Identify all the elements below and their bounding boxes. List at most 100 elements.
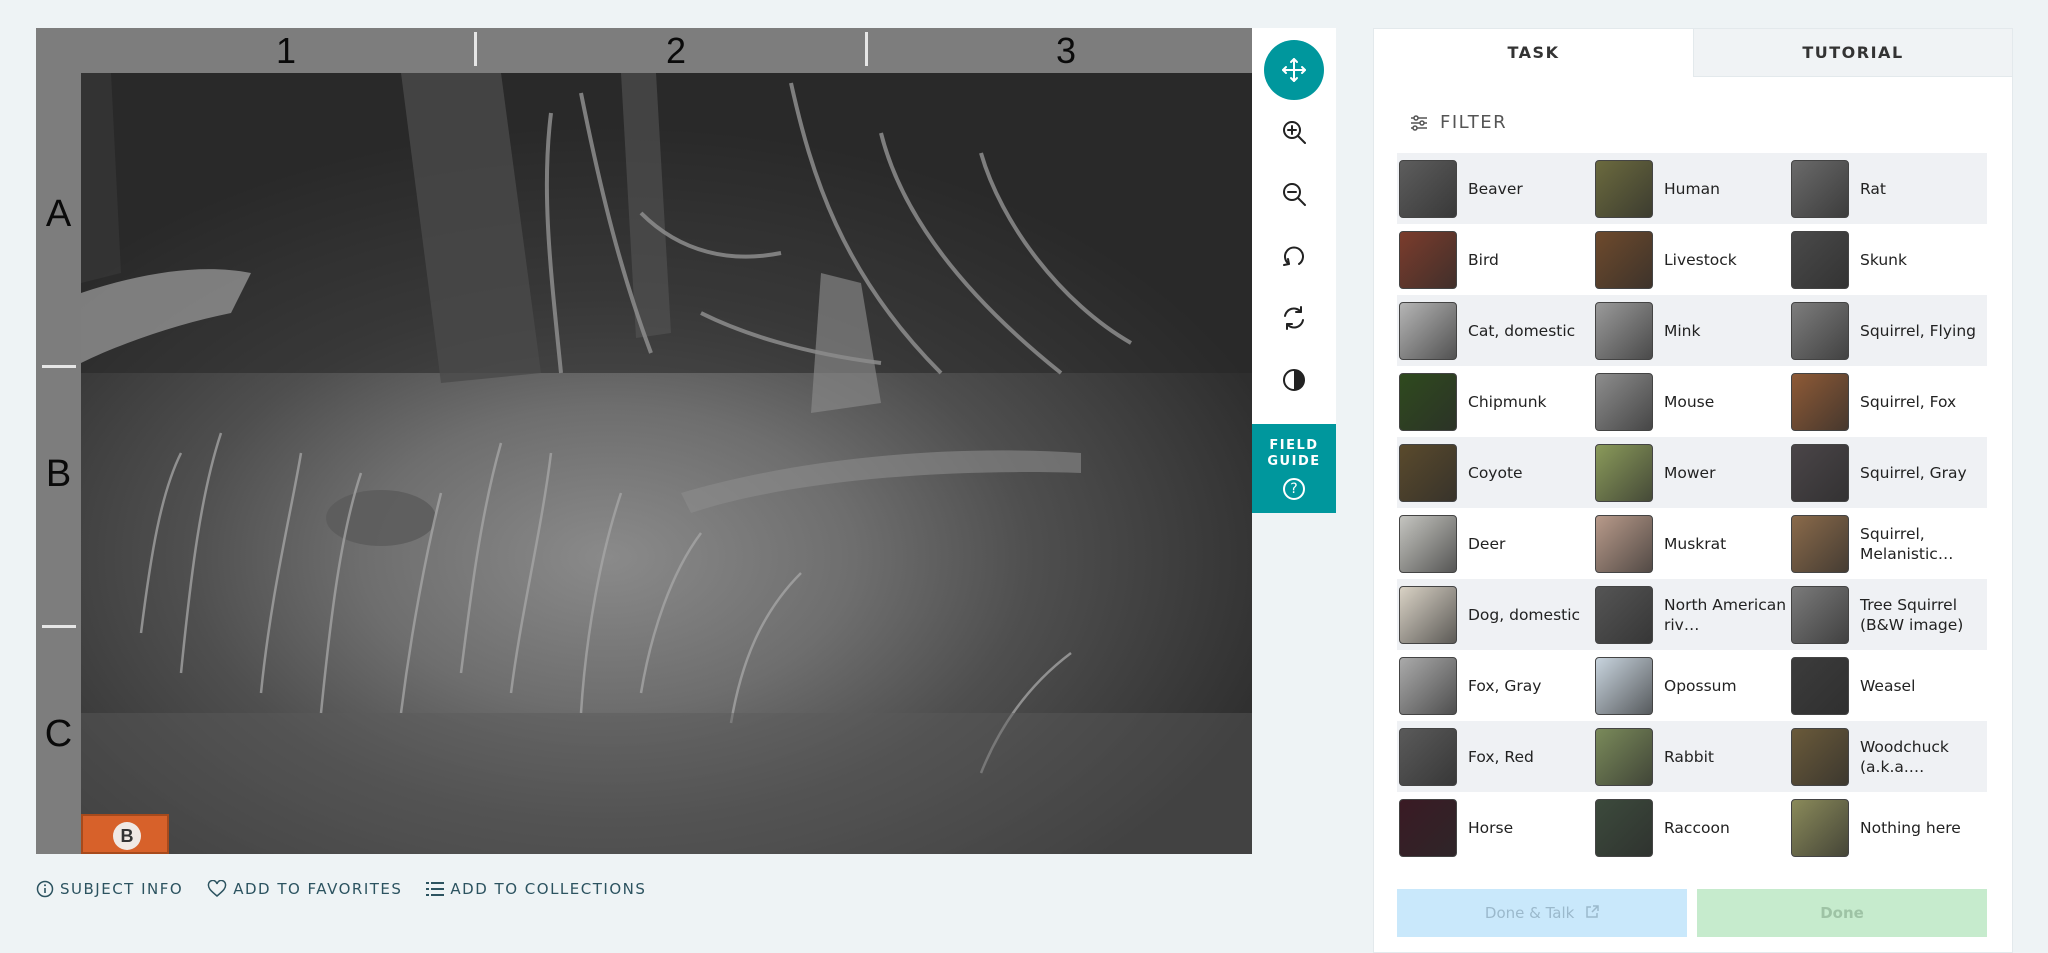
species-choice[interactable]: Rat xyxy=(1789,153,1985,224)
add-to-collections-label: ADD TO COLLECTIONS xyxy=(450,880,647,898)
filter-button[interactable]: FILTER xyxy=(1410,112,1507,133)
species-thumbnail xyxy=(1595,657,1653,715)
filter-label: FILTER xyxy=(1440,112,1508,133)
species-label: Dog, domestic xyxy=(1468,605,1581,624)
species-choice[interactable]: Raccoon xyxy=(1593,792,1789,863)
species-choice[interactable]: Chipmunk xyxy=(1397,366,1593,437)
species-thumbnail xyxy=(1791,586,1849,644)
species-choice[interactable]: Rabbit xyxy=(1593,721,1789,792)
reset-button[interactable] xyxy=(1264,288,1324,348)
species-choice[interactable]: Mower xyxy=(1593,437,1789,508)
species-choice[interactable]: Nothing here xyxy=(1789,792,1985,863)
species-choice[interactable]: Mouse xyxy=(1593,366,1789,437)
species-choice[interactable]: Mink xyxy=(1593,295,1789,366)
choice-row: Fox, Red Rabbit Woodchuck (a.k.a.… xyxy=(1397,721,1987,792)
species-choice[interactable]: Human xyxy=(1593,153,1789,224)
species-choice[interactable]: Woodchuck (a.k.a.… xyxy=(1789,721,1985,792)
add-to-collections-button[interactable]: ADD TO COLLECTIONS xyxy=(426,880,646,898)
done-button[interactable]: Done xyxy=(1697,889,1987,937)
species-choice[interactable]: Fox, Gray xyxy=(1397,650,1593,721)
species-label: Fox, Gray xyxy=(1468,676,1542,695)
grid-row-label: B xyxy=(45,453,72,495)
choice-row: Fox, Gray Opossum Weasel xyxy=(1397,650,1987,721)
tab-task[interactable]: TASK xyxy=(1374,29,1693,77)
species-thumbnail xyxy=(1399,657,1457,715)
grid-column-bar: 1 2 3 xyxy=(36,28,1252,73)
species-thumbnail xyxy=(1399,373,1457,431)
field-guide-label-line1: FIELD xyxy=(1269,438,1319,453)
species-label: Livestock xyxy=(1664,250,1737,269)
choice-row: Cat, domestic Mink Squirrel, Flying xyxy=(1397,295,1987,366)
species-choice[interactable]: Beaver xyxy=(1397,153,1593,224)
species-label: Rat xyxy=(1860,179,1887,198)
species-choice[interactable]: Opossum xyxy=(1593,650,1789,721)
species-choice[interactable]: Deer xyxy=(1397,508,1593,579)
species-label: Squirrel, Fox xyxy=(1860,392,1957,411)
done-and-talk-label: Done & Talk xyxy=(1484,904,1575,922)
species-choice[interactable]: Skunk xyxy=(1789,224,1985,295)
species-thumbnail xyxy=(1399,302,1457,360)
species-thumbnail xyxy=(1399,799,1457,857)
rotate-button[interactable] xyxy=(1264,226,1324,286)
list-icon xyxy=(426,882,445,896)
grid-row-label: A xyxy=(45,193,72,235)
species-choice[interactable]: Tree Squirrel (B&W image) xyxy=(1789,579,1985,650)
camera-brand-logo: B xyxy=(81,814,169,854)
species-choice[interactable]: Squirrel, Melanistic… xyxy=(1789,508,1985,579)
species-label: Squirrel, Melanistic… xyxy=(1860,524,1954,563)
species-thumbnail xyxy=(1595,302,1653,360)
species-label: Mink xyxy=(1664,321,1701,340)
field-guide-label: FIELD GUIDE xyxy=(1252,424,1336,470)
species-label: North American riv… xyxy=(1664,595,1787,634)
done-and-talk-button[interactable]: Done & Talk xyxy=(1397,889,1687,937)
tab-tutorial[interactable]: TUTORIAL xyxy=(1693,29,2012,77)
species-label: Mouse xyxy=(1664,392,1715,411)
species-choice[interactable]: Dog, domestic xyxy=(1397,579,1593,650)
move-button[interactable] xyxy=(1264,40,1324,100)
field-guide-button[interactable]: FIELD GUIDE ? xyxy=(1252,424,1336,513)
species-choice[interactable]: Muskrat xyxy=(1593,508,1789,579)
species-thumbnail xyxy=(1595,728,1653,786)
filter-sliders-icon xyxy=(1411,114,1427,131)
zoom-out-button[interactable] xyxy=(1264,164,1324,224)
choice-row: Dog, domestic North American riv… Tree Squ… xyxy=(1397,579,1987,650)
species-thumbnail xyxy=(1595,799,1653,857)
species-thumbnail xyxy=(1399,231,1457,289)
subject-meta-bar: SUBJECT INFO ADD TO FAVORITES ADD TO COL… xyxy=(36,876,670,902)
species-thumbnail xyxy=(1399,160,1457,218)
species-choice[interactable]: Squirrel, Fox xyxy=(1789,366,1985,437)
species-choice[interactable]: Weasel xyxy=(1789,650,1985,721)
species-thumbnail xyxy=(1399,515,1457,573)
choice-row: Deer Muskrat Squirrel, Melanistic… xyxy=(1397,508,1987,579)
species-choice[interactable]: North American riv… xyxy=(1593,579,1789,650)
invert-button[interactable] xyxy=(1264,350,1324,410)
subject-viewer[interactable]: 1 2 3 A B C B xyxy=(36,28,1252,854)
grid-row-bar: A B C xyxy=(36,73,81,854)
choice-row: Beaver Human Rat xyxy=(1397,153,1987,224)
subject-image[interactable]: B xyxy=(81,73,1252,854)
move-icon xyxy=(1282,58,1306,82)
zoom-in-button[interactable] xyxy=(1264,102,1324,162)
species-choice[interactable]: Bird xyxy=(1397,224,1593,295)
species-thumbnail xyxy=(1399,728,1457,786)
species-choice[interactable]: Cat, domestic xyxy=(1397,295,1593,366)
external-link-icon xyxy=(1586,905,1599,918)
species-choice[interactable]: Squirrel, Gray xyxy=(1789,437,1985,508)
species-label: Skunk xyxy=(1860,250,1907,269)
species-choice[interactable]: Squirrel, Flying xyxy=(1789,295,1985,366)
subject-info-button[interactable]: SUBJECT INFO xyxy=(36,880,183,898)
grid-column-label: 2 xyxy=(665,30,687,71)
species-thumbnail xyxy=(1399,586,1457,644)
add-to-favorites-button[interactable]: ADD TO FAVORITES xyxy=(207,880,402,898)
species-thumbnail xyxy=(1791,515,1849,573)
species-choice[interactable]: Horse xyxy=(1397,792,1593,863)
species-label: Weasel xyxy=(1860,676,1916,695)
species-thumbnail xyxy=(1791,657,1849,715)
species-label: Chipmunk xyxy=(1468,392,1547,411)
species-choice[interactable]: Coyote xyxy=(1397,437,1593,508)
invert-icon xyxy=(1283,369,1305,391)
field-guide-label-line2: GUIDE xyxy=(1267,454,1321,469)
species-choice[interactable]: Fox, Red xyxy=(1397,721,1593,792)
species-choice[interactable]: Livestock xyxy=(1593,224,1789,295)
species-label: Raccoon xyxy=(1664,818,1730,837)
